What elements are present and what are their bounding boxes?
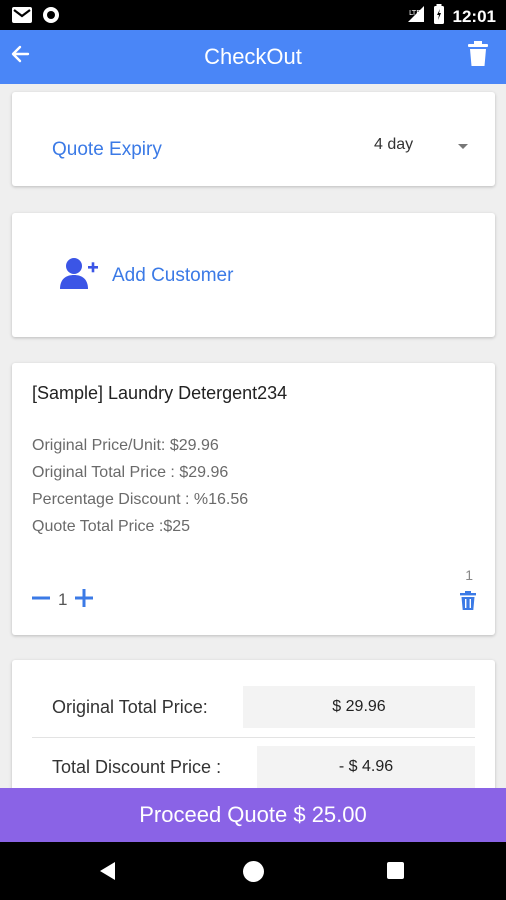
clear-cart-button[interactable] <box>464 40 492 72</box>
signal-icon: LTE <box>407 5 425 28</box>
discount-total-label: Total Discount Price : <box>52 757 222 777</box>
original-price-unit: Original Price/Unit: $29.96 <box>32 437 219 454</box>
minus-icon <box>31 588 51 613</box>
page-title: CheckOut <box>204 44 302 69</box>
percentage-discount: Percentage Discount : %16.56 <box>32 491 249 508</box>
svg-text:LTE: LTE <box>409 9 421 17</box>
quote-total-price: Quote Total Price :$25 <box>32 518 191 535</box>
status-left-icons <box>12 6 60 29</box>
add-customer-label: Add Customer <box>112 264 234 286</box>
sync-icon <box>42 6 60 29</box>
discount-total-value: - $ 4.96 <box>257 746 475 788</box>
dropdown-arrow-icon <box>458 144 468 149</box>
discount-total-row: Total Discount Price : - $ 4.96 <box>32 744 475 788</box>
trash-icon <box>460 591 476 615</box>
battery-icon <box>433 4 445 29</box>
original-total-row: Original Total Price: $ 29.96 <box>32 684 475 734</box>
original-total-price: Original Total Price : $29.96 <box>32 464 229 481</box>
quote-expiry-value: 4 day <box>374 136 414 153</box>
nav-recents-icon[interactable] <box>387 862 404 879</box>
quantity-value: 1 <box>58 590 68 609</box>
status-bar: LTE 12:01 <box>0 0 506 30</box>
original-total-label: Original Total Price: <box>52 697 208 717</box>
person-add-icon <box>60 257 98 294</box>
quantity-stepper: 1 <box>30 588 95 613</box>
decrease-quantity-button[interactable] <box>30 589 52 611</box>
app-bar: CheckOut <box>0 30 506 84</box>
product-details: Original Price/Unit: $29.96 Original Tot… <box>32 432 248 540</box>
product-count: 1 <box>465 567 473 583</box>
nav-back-icon[interactable] <box>100 862 115 880</box>
checkout-content[interactable]: Quote Expiry 4 day Add Customer [Sample]… <box>0 84 506 788</box>
status-right-icons: LTE 12:01 <box>407 4 496 29</box>
nav-home-icon[interactable] <box>243 861 264 882</box>
status-time: 12:01 <box>452 6 496 26</box>
increase-quantity-button[interactable] <box>73 588 95 613</box>
proceed-quote-button[interactable]: Proceed Quote $ 25.00 <box>0 788 506 842</box>
quote-expiry-card: Quote Expiry 4 day <box>12 92 495 186</box>
quote-expiry-label: Quote Expiry <box>52 139 162 160</box>
system-nav-bar <box>0 842 506 900</box>
plus-icon <box>74 588 94 613</box>
add-customer-card: Add Customer <box>12 213 495 337</box>
product-card: [Sample] Laundry Detergent234 Original P… <box>12 363 495 635</box>
gmail-icon <box>12 7 32 28</box>
totals-card: Original Total Price: $ 29.96 Total Disc… <box>12 660 495 788</box>
add-customer-button[interactable]: Add Customer <box>60 257 233 294</box>
divider <box>32 737 475 738</box>
delete-product-button[interactable] <box>457 591 479 615</box>
quote-expiry-select[interactable]: 4 day <box>374 136 474 162</box>
original-total-value: $ 29.96 <box>243 686 475 728</box>
trash-icon <box>467 40 489 72</box>
product-name: [Sample] Laundry Detergent234 <box>32 383 288 403</box>
